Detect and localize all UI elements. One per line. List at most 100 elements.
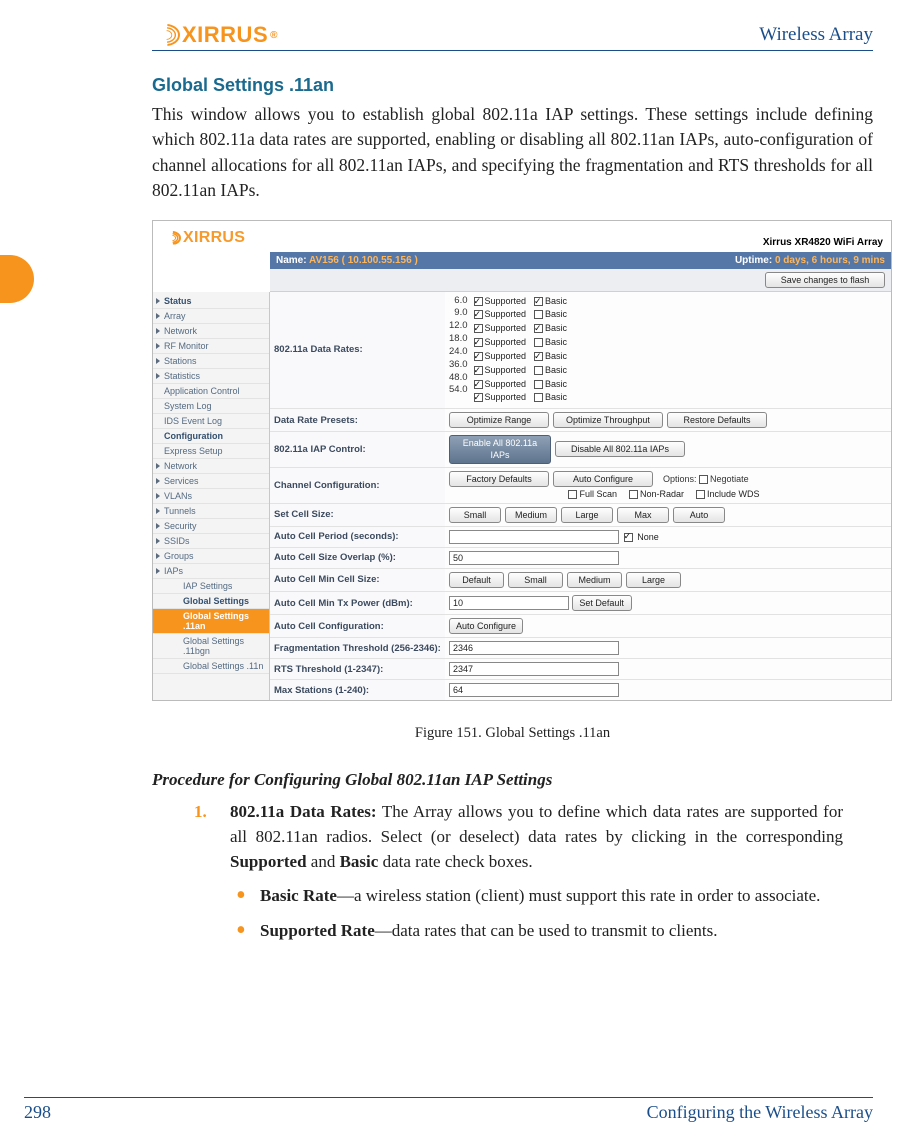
supported-checkbox[interactable] bbox=[474, 352, 483, 361]
basic-label: Basic bbox=[545, 351, 567, 361]
logo-mark: ® bbox=[270, 30, 278, 41]
nav-item[interactable]: IAP Settings bbox=[153, 579, 269, 594]
nav-item[interactable]: Array bbox=[153, 309, 269, 324]
nav-item[interactable]: Statistics bbox=[153, 369, 269, 384]
basic-label: Basic bbox=[545, 323, 567, 333]
auto-configure-cell-button[interactable]: Auto Configure bbox=[449, 618, 523, 634]
auto-cell-period-input[interactable] bbox=[449, 530, 619, 544]
device-model: Xirrus XR4820 WiFi Array bbox=[763, 237, 883, 248]
page-footer: 298 Configuring the Wireless Array bbox=[24, 1097, 873, 1123]
min-cell-size-button[interactable]: Default bbox=[449, 572, 504, 588]
step-1-tail: data rate check boxes. bbox=[378, 852, 532, 871]
basic-checkbox[interactable] bbox=[534, 393, 543, 402]
page-tab-marker bbox=[0, 255, 34, 303]
non-radar-checkbox[interactable] bbox=[629, 490, 638, 499]
optimize-throughput-button[interactable]: Optimize Throughput bbox=[553, 412, 663, 428]
min-cell-size-button[interactable]: Medium bbox=[567, 572, 622, 588]
nav-item[interactable]: Global Settings .11n bbox=[153, 659, 269, 674]
basic-checkbox[interactable] bbox=[534, 297, 543, 306]
disable-all-iaps-button[interactable]: Disable All 802.11a IAPs bbox=[555, 441, 685, 457]
basic-checkbox[interactable] bbox=[534, 380, 543, 389]
basic-checkbox[interactable] bbox=[534, 310, 543, 319]
nav-item[interactable]: Network bbox=[153, 324, 269, 339]
supported-checkbox[interactable] bbox=[474, 393, 483, 402]
cell-size-button[interactable]: Auto bbox=[673, 507, 725, 523]
max-stations-input[interactable] bbox=[449, 683, 619, 697]
nav-item[interactable]: RF Monitor bbox=[153, 339, 269, 354]
supported-checkbox[interactable] bbox=[474, 324, 483, 333]
basic-checkbox[interactable] bbox=[534, 352, 543, 361]
rts-threshold-input[interactable] bbox=[449, 662, 619, 676]
supported-checkbox[interactable] bbox=[474, 338, 483, 347]
caret-icon bbox=[156, 523, 160, 529]
min-cell-size-button[interactable]: Small bbox=[508, 572, 563, 588]
min-cell-size-button[interactable]: Large bbox=[626, 572, 681, 588]
nav-item[interactable]: Express Setup bbox=[153, 444, 269, 459]
save-button[interactable]: Save changes to flash bbox=[765, 272, 885, 288]
row-auto-cell-min-size-label: Auto Cell Min Cell Size: bbox=[270, 568, 445, 591]
basic-checkbox[interactable] bbox=[534, 366, 543, 375]
supported-checkbox[interactable] bbox=[474, 366, 483, 375]
factory-defaults-button[interactable]: Factory Defaults bbox=[449, 471, 549, 487]
basic-checkbox[interactable] bbox=[534, 338, 543, 347]
auto-cell-overlap-input[interactable] bbox=[449, 551, 619, 565]
nav-item[interactable]: IDS Event Log bbox=[153, 414, 269, 429]
nav-item[interactable]: Status bbox=[153, 294, 269, 309]
row-frag-threshold-label: Fragmentation Threshold (256-2346): bbox=[270, 638, 445, 659]
full-scan-label: Full Scan bbox=[579, 489, 617, 499]
non-radar-label: Non-Radar bbox=[640, 489, 684, 499]
nav-item[interactable]: Tunnels bbox=[153, 504, 269, 519]
wave-icon bbox=[163, 231, 181, 245]
nav-item[interactable]: Stations bbox=[153, 354, 269, 369]
basic-checkbox[interactable] bbox=[534, 324, 543, 333]
cell-size-button[interactable]: Small bbox=[449, 507, 501, 523]
nav-item[interactable]: Global Settings bbox=[153, 594, 269, 609]
supported-checkbox[interactable] bbox=[474, 380, 483, 389]
nav-item[interactable]: Application Control bbox=[153, 384, 269, 399]
nav-item[interactable]: VLANs bbox=[153, 489, 269, 504]
supported-checkbox[interactable] bbox=[474, 310, 483, 319]
include-wds-checkbox[interactable] bbox=[696, 490, 705, 499]
name-value: AV156 ( 10.100.55.156 ) bbox=[309, 255, 418, 266]
caret-icon bbox=[156, 373, 160, 379]
nav-item[interactable]: System Log bbox=[153, 399, 269, 414]
nav-item[interactable]: SSIDs bbox=[153, 534, 269, 549]
nav-item-label: Network bbox=[164, 326, 197, 336]
set-default-tx-button[interactable]: Set Default bbox=[572, 595, 632, 611]
rate-value: 36.0 bbox=[449, 359, 468, 372]
full-scan-checkbox[interactable] bbox=[568, 490, 577, 499]
cell-size-button[interactable]: Large bbox=[561, 507, 613, 523]
nav-item[interactable]: Network bbox=[153, 459, 269, 474]
supported-checkbox[interactable] bbox=[474, 297, 483, 306]
nav-item[interactable]: Security bbox=[153, 519, 269, 534]
auto-cell-min-tx-input[interactable] bbox=[449, 596, 569, 610]
step-1: 1. 802.11a Data Rates: The Array allows … bbox=[194, 800, 843, 965]
nav-item[interactable]: Services bbox=[153, 474, 269, 489]
sub-basic-rate: Basic Rate—a wireless station (client) m… bbox=[230, 884, 843, 919]
app-screenshot: XIRRUS Xirrus XR4820 WiFi Array Name: AV… bbox=[152, 220, 892, 702]
cell-size-button[interactable]: Medium bbox=[505, 507, 557, 523]
nav-item-label: RF Monitor bbox=[164, 341, 209, 351]
nav-item[interactable]: Configuration bbox=[153, 429, 269, 444]
cell-size-button[interactable]: Max bbox=[617, 507, 669, 523]
frag-threshold-input[interactable] bbox=[449, 641, 619, 655]
supported-label: Supported bbox=[485, 337, 527, 347]
enable-all-iaps-button[interactable]: Enable All 802.11a IAPs bbox=[449, 435, 551, 463]
nav-item-label: Express Setup bbox=[164, 446, 223, 456]
restore-defaults-button[interactable]: Restore Defaults bbox=[667, 412, 767, 428]
nav-item[interactable]: Groups bbox=[153, 549, 269, 564]
row-auto-cell-period-label: Auto Cell Period (seconds): bbox=[270, 526, 445, 547]
nav-item[interactable]: Global Settings .11an bbox=[153, 609, 269, 634]
nav-item[interactable]: Global Settings .11bgn bbox=[153, 634, 269, 659]
nav-item[interactable]: IAPs bbox=[153, 564, 269, 579]
sub-basic-rate-text: —a wireless station (client) must suppor… bbox=[337, 886, 820, 905]
auto-cell-period-none-label: None bbox=[637, 532, 659, 542]
nav-item-label: IAP Settings bbox=[183, 581, 232, 591]
uptime-label: Uptime: bbox=[735, 255, 772, 266]
include-wds-label: Include WDS bbox=[707, 489, 760, 499]
negotiate-checkbox[interactable] bbox=[699, 475, 708, 484]
auto-cell-period-none-checkbox[interactable] bbox=[624, 533, 633, 542]
row-auto-cell-overlap-label: Auto Cell Size Overlap (%): bbox=[270, 547, 445, 568]
auto-configure-channel-button[interactable]: Auto Configure bbox=[553, 471, 653, 487]
optimize-range-button[interactable]: Optimize Range bbox=[449, 412, 549, 428]
